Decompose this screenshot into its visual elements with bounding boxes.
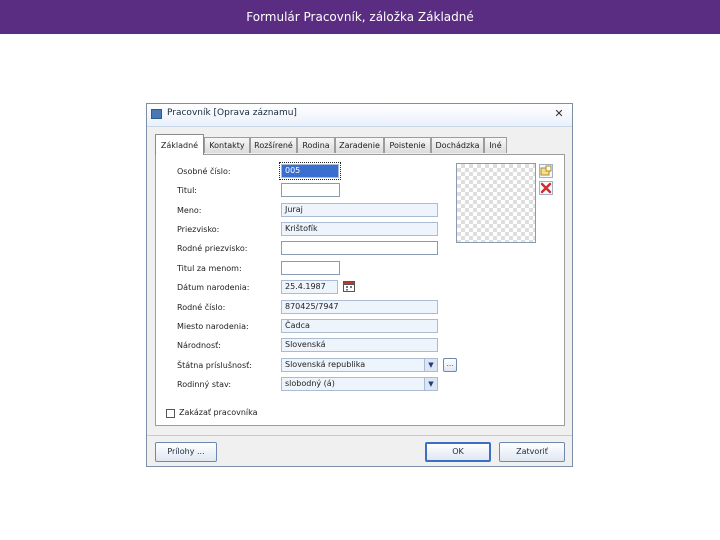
slide-title: Formulár Pracovník, záložka Základné bbox=[0, 0, 720, 34]
tab-kontakty[interactable]: Kontakty bbox=[204, 137, 250, 153]
rodinny-stav-select[interactable]: slobodný (á) ▼ bbox=[281, 377, 438, 391]
label-meno: Meno: bbox=[177, 206, 202, 215]
chevron-down-icon[interactable]: ▼ bbox=[424, 378, 437, 390]
statna-prislusnost-select[interactable]: Slovenská republika ▼ bbox=[281, 358, 438, 372]
ok-button[interactable]: OK bbox=[425, 442, 491, 462]
calendar-icon[interactable] bbox=[342, 280, 356, 294]
miesto-narodenia-field[interactable]: Čadca bbox=[281, 319, 438, 333]
narodnost-field[interactable]: Slovenská bbox=[281, 338, 438, 352]
label-rodne-cislo: Rodné číslo: bbox=[177, 303, 226, 312]
photo-placeholder[interactable] bbox=[456, 163, 536, 243]
tab-ine[interactable]: Iné bbox=[484, 137, 507, 153]
datum-narodenia-field[interactable]: 25.4.1987 bbox=[281, 280, 338, 294]
tab-rodina[interactable]: Rodina bbox=[297, 137, 335, 153]
label-titul-za-menom: Titul za menom: bbox=[177, 264, 242, 273]
label-titul: Titul: bbox=[177, 186, 197, 195]
ellipsis-button[interactable]: ... bbox=[443, 358, 457, 372]
prilohy-button[interactable]: Prílohy ... bbox=[155, 442, 217, 462]
tab-dochadzka[interactable]: Dochádzka bbox=[431, 137, 484, 153]
rodne-cislo-field[interactable]: 870425/7947 bbox=[281, 300, 438, 314]
chevron-down-icon[interactable]: ▼ bbox=[424, 359, 437, 371]
tab-panel-zakladne: Osobné číslo: 005 Titul: Meno: Juraj Pri… bbox=[155, 154, 565, 426]
titul-za-menom-field[interactable] bbox=[281, 261, 340, 275]
rodne-priezvisko-field[interactable] bbox=[281, 241, 438, 255]
label-miesto-narodenia: Miesto narodenia: bbox=[177, 322, 249, 331]
employee-dialog: Pracovník [Oprava záznamu] ✕ Základné Ko… bbox=[146, 103, 573, 467]
label-rodinny-stav: Rodinný stav: bbox=[177, 380, 232, 389]
osobne-cislo-field[interactable]: 005 bbox=[279, 162, 341, 180]
priezvisko-field[interactable]: Krištofík bbox=[281, 222, 438, 236]
label-priezvisko: Priezvisko: bbox=[177, 225, 220, 234]
meno-field[interactable]: Juraj bbox=[281, 203, 438, 217]
zatvorit-button[interactable]: Zatvoriť bbox=[499, 442, 565, 462]
label-datum-narodenia: Dátum narodenia: bbox=[177, 283, 250, 292]
tab-zakladne[interactable]: Základné bbox=[155, 134, 204, 155]
dialog-titlebar: Pracovník [Oprava záznamu] ✕ bbox=[147, 104, 572, 127]
rodinny-stav-value: slobodný (á) bbox=[285, 379, 335, 388]
close-button[interactable]: ✕ bbox=[552, 107, 566, 121]
tab-rozsirene[interactable]: Rozšírené bbox=[250, 137, 297, 153]
dialog-title: Pracovník [Oprava záznamu] bbox=[167, 108, 297, 118]
footer-divider bbox=[147, 435, 572, 436]
label-narodnost: Národnosť: bbox=[177, 341, 221, 350]
delete-photo-icon[interactable] bbox=[539, 181, 553, 195]
label-rodne-priezvisko: Rodné priezvisko: bbox=[177, 244, 248, 253]
label-statna-prislusnost: Štátna príslušnosť: bbox=[177, 361, 252, 370]
titul-field[interactable] bbox=[281, 183, 340, 197]
app-icon bbox=[151, 109, 162, 119]
label-zakazat: Zakázať pracovníka bbox=[179, 408, 258, 417]
add-photo-icon[interactable] bbox=[539, 164, 553, 178]
tab-zaradenie[interactable]: Zaradenie bbox=[335, 137, 384, 153]
zakazat-checkbox[interactable] bbox=[166, 409, 175, 418]
tab-poistenie[interactable]: Poistenie bbox=[384, 137, 431, 153]
statna-prislusnost-value: Slovenská republika bbox=[285, 360, 366, 369]
label-osobne-cislo: Osobné číslo: bbox=[177, 167, 231, 176]
